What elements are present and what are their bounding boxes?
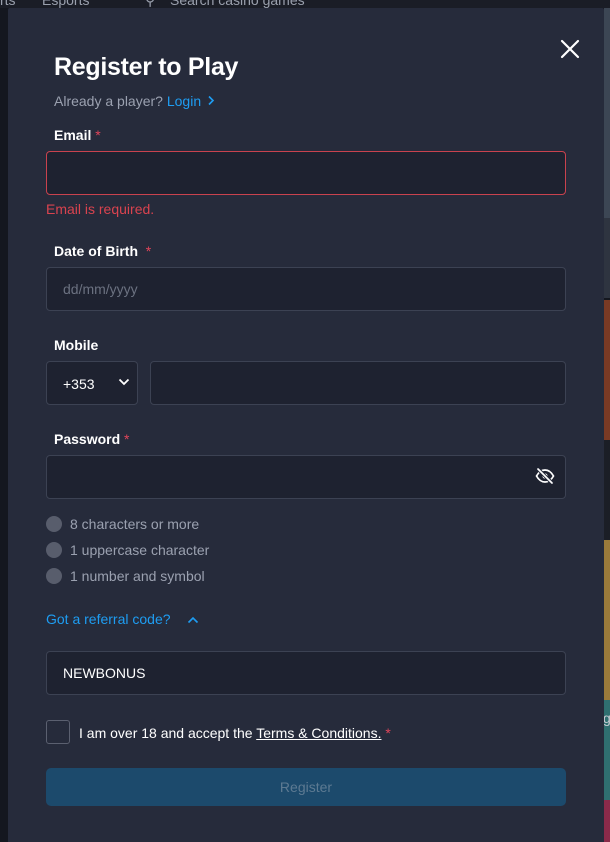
country-code-value: +353 [63,376,95,392]
required-mark: * [124,431,130,447]
mobile-number-field[interactable] [150,361,566,405]
chevron-up-icon [187,616,199,624]
search-icon: ⚲ [145,0,156,8]
chevron-down-icon [118,378,130,386]
email-error-message: Email is required. [46,201,155,217]
country-code-select[interactable]: +353 [46,361,138,405]
background-thumbnail [604,218,610,298]
dob-label: Date of Birth * [54,243,152,259]
password-field[interactable] [46,455,566,499]
password-label: Password * [54,431,130,447]
referral-toggle[interactable]: Got a referral code? [46,611,216,629]
rule-status-dot [46,542,62,558]
rule-status-dot [46,516,62,532]
email-label: Email * [54,127,101,143]
eye-off-icon[interactable] [535,467,555,485]
search-placeholder[interactable]: Search casino games [170,0,305,8]
login-prompt: Already a player? Login [54,93,215,109]
background-topbar: rts Esports ⚲ Search casino games [0,0,610,8]
required-mark: * [95,127,101,143]
background-thumbnail [604,800,610,842]
email-field[interactable] [46,151,566,195]
dob-field[interactable] [46,267,566,311]
chevron-right-icon [208,95,215,106]
required-mark: * [145,243,152,259]
nav-item-sports-fragment[interactable]: rts [0,0,16,8]
rule-status-dot [46,568,62,584]
register-button[interactable]: Register [46,768,566,806]
login-link[interactable]: Login [167,93,215,109]
terms-link[interactable]: Terms & Conditions. [256,725,381,741]
terms-checkbox[interactable] [46,720,70,744]
close-button[interactable] [559,38,581,60]
close-icon [560,39,580,59]
mobile-label: Mobile [54,337,99,353]
background-thumbnail [604,540,610,700]
background-text-fragment: g [603,710,610,726]
required-mark: * [385,725,391,741]
modal-title: Register to Play [54,53,239,81]
terms-text: I am over 18 and accept the Terms & Cond… [79,725,391,741]
register-modal: Register to Play Already a player? Login… [8,8,604,842]
password-rule-uppercase: 1 uppercase character [46,542,346,558]
already-player-text: Already a player? [54,93,163,109]
referral-code-field[interactable] [46,651,566,695]
background-thumbnail [604,300,610,440]
background-thumbnail [604,440,610,540]
password-rule-number-symbol: 1 number and symbol [46,568,346,584]
nav-item-esports[interactable]: Esports [42,0,89,8]
background-thumbnail [604,8,610,218]
password-rule-length: 8 characters or more [46,516,346,532]
